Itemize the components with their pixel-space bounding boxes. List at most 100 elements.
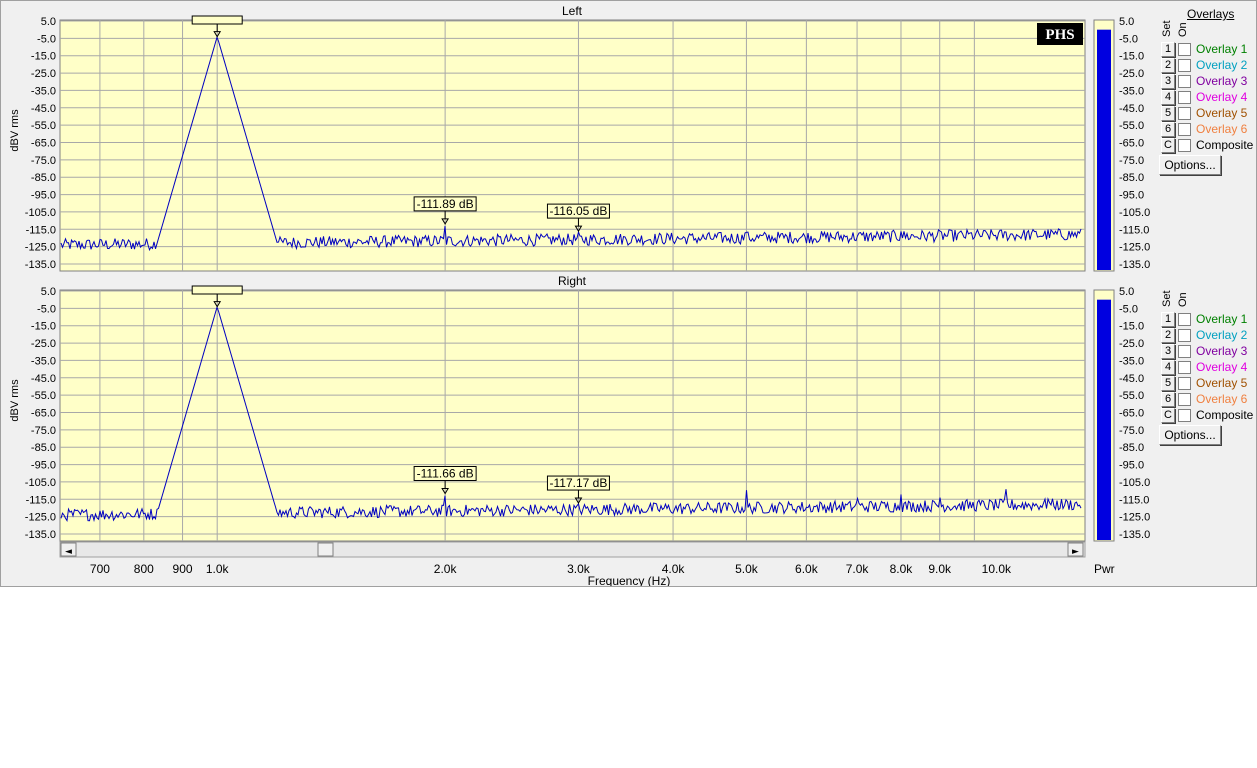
- overlay-checkbox[interactable]: [1178, 409, 1191, 422]
- set-column-label: Set: [1161, 20, 1173, 37]
- overlay-set-button[interactable]: 6: [1161, 392, 1175, 407]
- overlay-row: 6 Overlay 6: [1161, 122, 1257, 137]
- y-tick-label: -45.0: [31, 103, 56, 115]
- overlay-row: C Composite: [1161, 138, 1257, 153]
- overlay-checkbox[interactable]: [1178, 91, 1191, 104]
- scroll-thumb[interactable]: [317, 542, 334, 557]
- y-tick-label: -45.0: [31, 373, 56, 385]
- x-tick-label: 800: [134, 562, 154, 576]
- meter-tick-label: 5.0: [1119, 286, 1134, 298]
- chart-panel-left: Left 5.0 -5.0 -15.0 -25.0 -35.0 -45.0 -55.0 -65.…: [9, 4, 1150, 272]
- meter-tick-label: -25.0: [1119, 338, 1144, 350]
- y-tick-label: -5.0: [37, 303, 56, 315]
- overlay-set-button[interactable]: 1: [1161, 312, 1175, 327]
- options-button-right[interactable]: Options...: [1159, 425, 1221, 445]
- overlay-set-button[interactable]: 4: [1161, 360, 1175, 375]
- power-meter-fill: [1097, 299, 1111, 540]
- y-tick-label: -115.0: [26, 224, 56, 236]
- overlay-label: Overlay 3: [1196, 344, 1248, 358]
- overlay-set-button[interactable]: 2: [1161, 58, 1175, 73]
- meter-tick-label: -135.0: [1119, 529, 1150, 541]
- y-tick-label: -15.0: [31, 51, 56, 63]
- meter-tick-label: -65.0: [1119, 138, 1144, 150]
- overlay-label: Overlay 4: [1196, 90, 1248, 104]
- meter-tick-label: -5.0: [1119, 303, 1138, 315]
- meter-tick-label: -85.0: [1119, 442, 1144, 454]
- overlay-checkbox[interactable]: [1178, 139, 1191, 152]
- spectrum-analyzer-window: Left 5.0 -5.0 -15.0 -25.0 -35.0 -45.0 -55.0 -65.…: [0, 0, 1257, 587]
- y-tick-label: -95.0: [31, 190, 56, 202]
- x-tick-label: 700: [90, 562, 110, 576]
- overlay-checkbox[interactable]: [1178, 107, 1191, 120]
- overlay-set-button[interactable]: 3: [1161, 344, 1175, 359]
- overlay-set-button[interactable]: 1: [1161, 42, 1175, 57]
- overlay-set-button[interactable]: 6: [1161, 122, 1175, 137]
- x-axis-label: Frequency (Hz): [588, 574, 671, 586]
- overlay-checkbox[interactable]: [1178, 345, 1191, 358]
- meter-tick-label: -125.0: [1119, 242, 1150, 254]
- power-meter-fill: [1097, 29, 1111, 270]
- overlay-checkbox[interactable]: [1178, 75, 1191, 88]
- meter-tick-label: -75.0: [1119, 425, 1144, 437]
- meter-tick-label: -15.0: [1119, 321, 1144, 333]
- scroll-left-arrow-icon: ◄: [65, 547, 72, 557]
- y-tick-label: -65.0: [31, 138, 56, 150]
- overlay-set-button[interactable]: 3: [1161, 74, 1175, 89]
- overlay-label: Overlay 1: [1196, 312, 1248, 326]
- y-tick-label: -85.0: [31, 172, 56, 184]
- overlay-label: Overlay 5: [1196, 106, 1248, 120]
- meter-tick-label: -105.0: [1119, 207, 1150, 219]
- overlay-checkbox[interactable]: [1178, 329, 1191, 342]
- y-axis-label: dBV rms: [9, 109, 21, 152]
- overlay-row: 6 Overlay 6: [1161, 392, 1257, 407]
- overlay-set-button[interactable]: C: [1161, 408, 1175, 423]
- options-button-left[interactable]: Options...: [1159, 155, 1221, 175]
- overlays-panel-left: Overlays Set On 1 Overlay 1 2 Overlay 2 3 Ove…: [1159, 7, 1257, 177]
- y-tick-label: -75.0: [31, 425, 56, 437]
- overlay-label: Overlay 2: [1196, 58, 1248, 72]
- meter-tick-label: -115.0: [1119, 224, 1149, 236]
- overlay-row: C Composite: [1161, 408, 1257, 423]
- x-tick-label: 9.0k: [928, 562, 952, 576]
- scrollbar-track: [59, 541, 1086, 558]
- y-tick-label: -75.0: [31, 155, 56, 167]
- peak-label: -111.66 dB: [417, 466, 474, 480]
- y-tick-label: 5.0: [41, 286, 56, 298]
- x-tick-label: 7.0k: [846, 562, 870, 576]
- x-tick-label: 8.0k: [890, 562, 914, 576]
- overlay-label: Overlay 2: [1196, 328, 1248, 342]
- meter-label: Pwr: [1094, 562, 1115, 576]
- y-tick-label: -95.0: [31, 460, 56, 472]
- y-tick-label: -25.0: [31, 338, 56, 350]
- x-tick-label: 10.0k: [982, 562, 1012, 576]
- overlay-checkbox[interactable]: [1178, 59, 1191, 72]
- y-tick-label: -55.0: [31, 390, 56, 402]
- overlay-checkbox[interactable]: [1178, 377, 1191, 390]
- y-tick-label: -115.0: [26, 494, 56, 506]
- meter-tick-label: -45.0: [1119, 103, 1144, 115]
- meter-tick-label: -25.0: [1119, 68, 1144, 80]
- overlay-label: Composite: [1196, 138, 1254, 152]
- overlay-set-button[interactable]: 2: [1161, 328, 1175, 343]
- meter-tick-label: 5.0: [1119, 16, 1134, 28]
- overlay-set-button[interactable]: C: [1161, 138, 1175, 153]
- overlay-row: 1 Overlay 1: [1161, 312, 1257, 327]
- set-column-label: Set: [1161, 290, 1173, 307]
- horizontal-scrollbar[interactable]: ◄ ►: [59, 541, 1086, 558]
- meter-tick-label: -95.0: [1119, 460, 1144, 472]
- x-tick-label: 5.0k: [735, 562, 759, 576]
- overlay-checkbox[interactable]: [1178, 361, 1191, 374]
- overlay-checkbox[interactable]: [1178, 43, 1191, 56]
- meter-tick-label: -125.0: [1119, 512, 1150, 524]
- overlay-set-button[interactable]: 5: [1161, 106, 1175, 121]
- overlays-title: Overlays: [1187, 7, 1235, 21]
- chart-title: Right: [558, 274, 587, 288]
- x-tick-label: 900: [173, 562, 193, 576]
- overlay-label: Overlay 6: [1196, 122, 1248, 136]
- overlay-checkbox[interactable]: [1178, 393, 1191, 406]
- overlay-checkbox[interactable]: [1178, 123, 1191, 136]
- overlay-checkbox[interactable]: [1178, 313, 1191, 326]
- overlay-set-button[interactable]: 5: [1161, 376, 1175, 391]
- y-tick-label: -15.0: [31, 321, 56, 333]
- overlay-set-button[interactable]: 4: [1161, 90, 1175, 105]
